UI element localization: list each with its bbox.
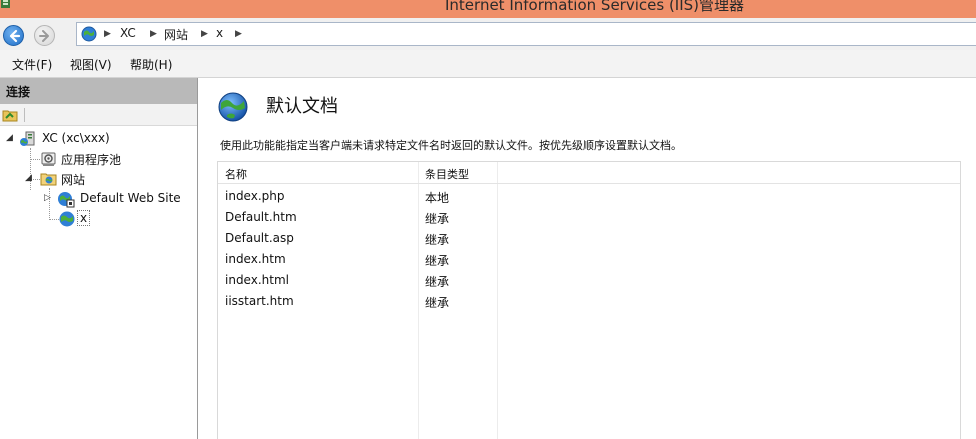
- breadcrumb-separator-icon[interactable]: ▶: [150, 29, 157, 39]
- menu-file[interactable]: 文件(F): [12, 56, 52, 73]
- app-pool-icon: [41, 152, 56, 166]
- connections-toolbar: [0, 104, 197, 126]
- connections-title: 连接: [6, 85, 31, 99]
- forward-button[interactable]: [34, 25, 55, 46]
- table-row[interactable]: index.html 继承: [218, 270, 960, 291]
- address-bar: ▶ XC ▶ 网站 ▶ x ▶: [0, 18, 976, 50]
- cell-name: Default.asp: [225, 231, 294, 245]
- breadcrumb-sites[interactable]: 网站: [164, 26, 188, 43]
- column-header-name[interactable]: 名称: [225, 166, 247, 182]
- cell-name: index.htm: [225, 252, 286, 266]
- breadcrumb-separator-icon[interactable]: ▶: [104, 29, 111, 39]
- cell-name: index.php: [225, 189, 285, 203]
- feature-pane: 默认文档 使用此功能能指定当客户端未请求特定文件名时返回的默认文件。按优先级顺序…: [204, 78, 976, 439]
- tree-node-sites[interactable]: ◢ 网站: [25, 170, 190, 188]
- address-path-box[interactable]: ▶ XC ▶ 网站 ▶ x ▶: [76, 22, 976, 46]
- default-documents-table: 名称 条目类型 index.php 本地 Default.htm 继承 Defa…: [217, 161, 961, 439]
- table-row[interactable]: Default.asp 继承: [218, 228, 960, 249]
- cell-type: 本地: [425, 191, 450, 205]
- cell-type: 继承: [425, 254, 450, 268]
- table-row[interactable]: Default.htm 继承: [218, 207, 960, 228]
- menu-bar: 文件(F) 视图(V) 帮助(H): [0, 50, 976, 78]
- cell-name: index.html: [225, 273, 289, 287]
- toolbar-separator: [24, 108, 25, 122]
- collapse-icon[interactable]: ◢: [6, 133, 16, 143]
- website-globe-icon: [59, 211, 75, 227]
- cell-type: 继承: [425, 233, 450, 247]
- title-bar: Internet Information Services (IIS)管理器: [0, 0, 976, 18]
- connections-panel: 连接 ◢ XC (xc\xxx) 应用程序池 ◢ 网站 ▷ Default We…: [0, 78, 198, 439]
- back-button[interactable]: [3, 25, 24, 46]
- expand-icon[interactable]: ▷: [44, 193, 54, 203]
- collapse-icon[interactable]: ◢: [25, 173, 35, 183]
- connections-header: 连接: [0, 78, 197, 104]
- tree-label-site-x[interactable]: x: [77, 210, 91, 226]
- tree-label-sites[interactable]: 网站: [61, 171, 85, 188]
- breadcrumb-separator-icon[interactable]: ▶: [201, 29, 208, 39]
- tree-label-app-pools[interactable]: 应用程序池: [61, 151, 121, 168]
- column-header-type[interactable]: 条目类型: [425, 166, 469, 182]
- breadcrumb-site[interactable]: x: [216, 26, 223, 40]
- table-header: 名称 条目类型: [218, 162, 960, 184]
- tree-connector: [30, 159, 40, 160]
- tree-node-server[interactable]: ◢ XC (xc\xxx): [6, 130, 196, 148]
- website-globe-icon: [58, 192, 75, 208]
- cell-type: 继承: [425, 212, 450, 226]
- tree-label-server[interactable]: XC (xc\xxx): [42, 131, 110, 145]
- connect-icon[interactable]: [2, 107, 18, 122]
- cell-type: 继承: [425, 275, 450, 289]
- globe-icon: [81, 26, 97, 42]
- tree-node-default-site[interactable]: ▷ Default Web Site: [44, 190, 194, 208]
- table-row[interactable]: index.php 本地: [218, 186, 960, 207]
- table-row[interactable]: iisstart.htm 继承: [218, 291, 960, 312]
- server-icon: [20, 131, 35, 146]
- forward-arrow-icon: [39, 30, 49, 42]
- breadcrumb-server[interactable]: XC: [120, 26, 136, 40]
- window-title: Internet Information Services (IIS)管理器: [445, 0, 745, 14]
- page-title: 默认文档: [266, 96, 338, 117]
- iis-app-icon: [1, 0, 10, 8]
- table-row[interactable]: index.htm 继承: [218, 249, 960, 270]
- tree-label-default-site[interactable]: Default Web Site: [80, 191, 181, 205]
- tree-node-app-pools[interactable]: 应用程序池: [40, 150, 190, 168]
- page-description: 使用此功能能指定当客户端未请求特定文件名时返回的默认文件。按优先级顺序设置默认文…: [220, 139, 682, 152]
- back-arrow-icon: [9, 29, 21, 43]
- cell-name: Default.htm: [225, 210, 297, 224]
- cell-name: iisstart.htm: [225, 294, 294, 308]
- cell-type: 继承: [425, 296, 450, 310]
- sites-folder-icon: [40, 173, 57, 186]
- globe-icon: [218, 92, 248, 122]
- breadcrumb-separator-icon[interactable]: ▶: [235, 29, 242, 39]
- menu-help[interactable]: 帮助(H): [130, 56, 172, 73]
- menu-view[interactable]: 视图(V): [70, 56, 112, 73]
- tree-node-site-x[interactable]: x: [58, 210, 118, 228]
